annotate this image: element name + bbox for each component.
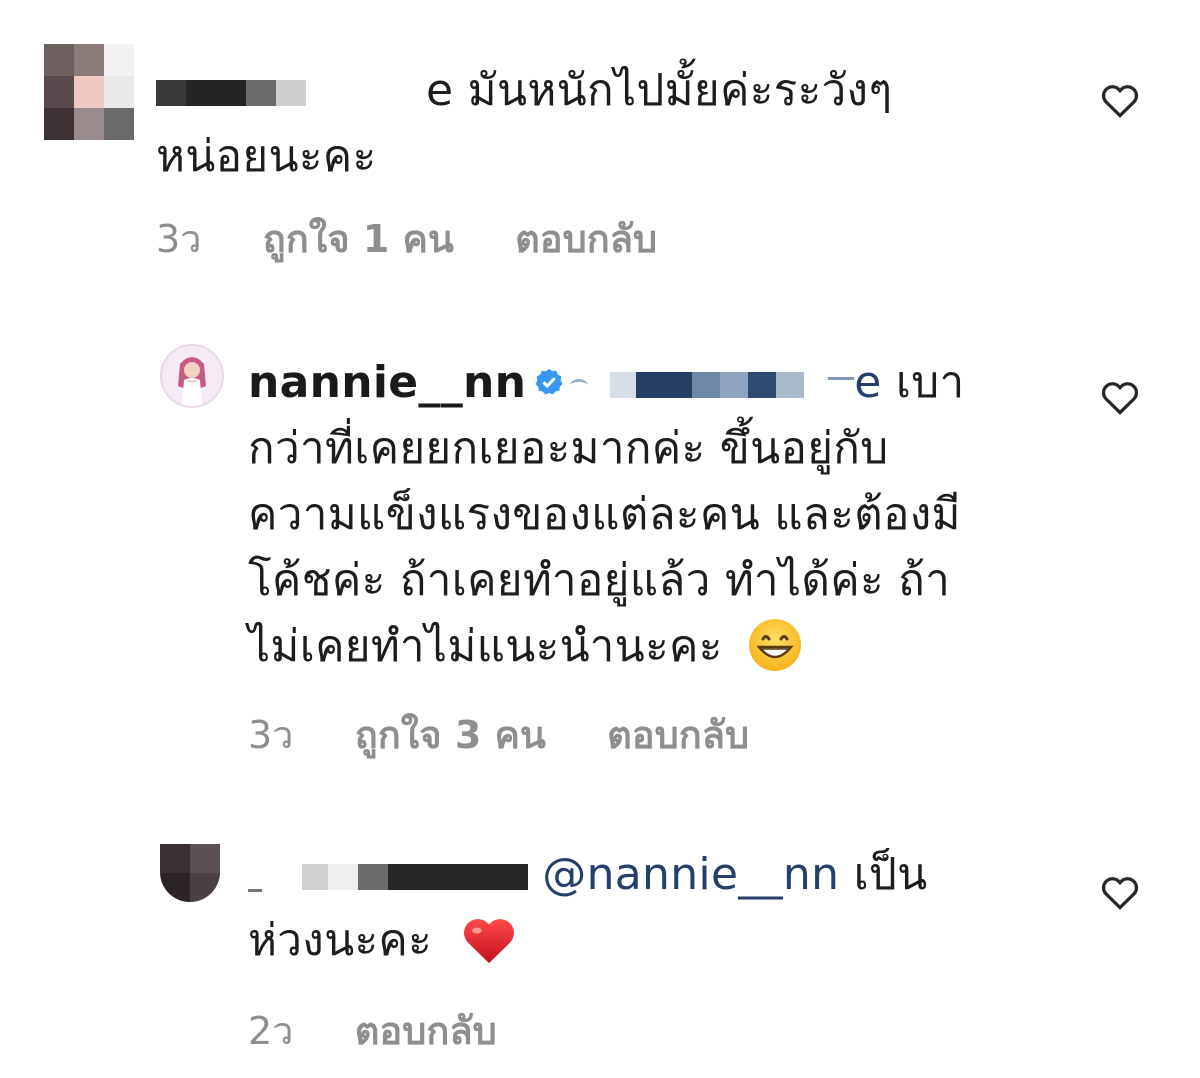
comment-time: 2ว bbox=[248, 1009, 294, 1053]
username-blurred[interactable] bbox=[248, 849, 528, 900]
comment-text: @nannie__nn เป็น ห่วงนะคะ bbox=[248, 842, 1048, 974]
red-heart-emoji bbox=[464, 919, 515, 964]
comment-3: @nannie__nn เป็น ห่วงนะคะ 2ว ตอบกลับ bbox=[0, 0, 1200, 1078]
comment-text-line1: เป็น bbox=[853, 849, 928, 900]
mention-link[interactable]: @nannie__nn bbox=[528, 849, 839, 900]
avatar-blurred[interactable] bbox=[160, 844, 220, 902]
heart-outline-icon[interactable] bbox=[1100, 874, 1140, 910]
comment-meta: 2ว ตอบกลับ bbox=[248, 1000, 545, 1061]
reply-button[interactable]: ตอบกลับ bbox=[355, 1009, 497, 1053]
comment-text-line2: ห่วงนะคะ bbox=[248, 915, 433, 966]
